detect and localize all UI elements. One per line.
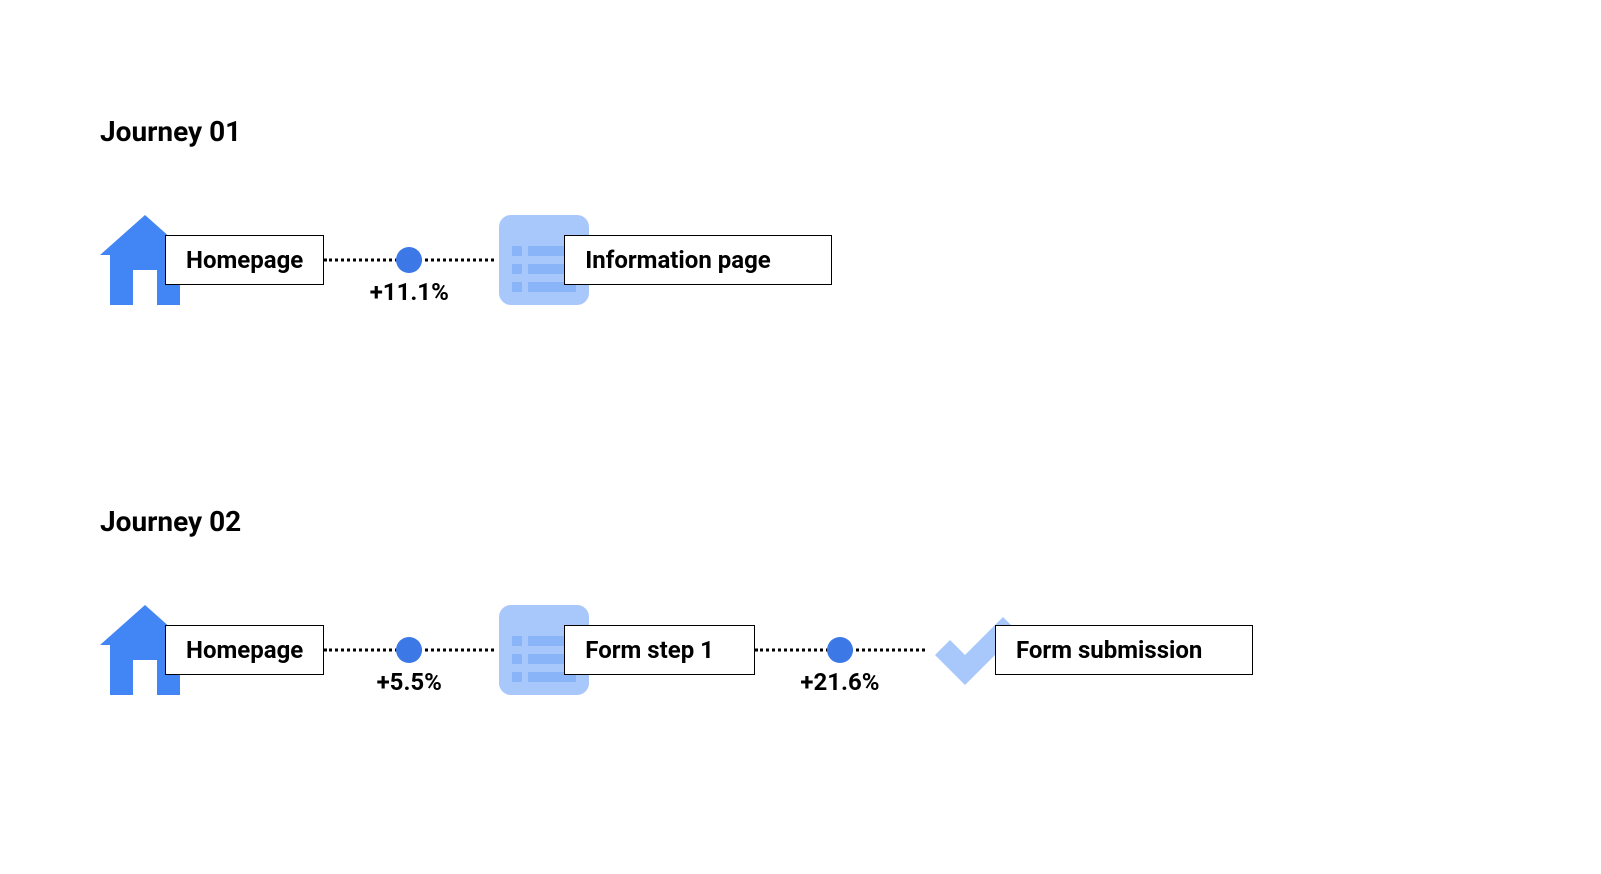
step-label: Homepage: [165, 625, 324, 675]
connector-value: +5.5%: [377, 668, 442, 696]
journey-row-2: Homepage +5.5% Form step 1: [95, 600, 1253, 700]
journey-connector: +11.1%: [324, 210, 494, 310]
step-label: Homepage: [165, 235, 324, 285]
journey-step: Information page: [494, 210, 831, 310]
journey-title-2: Journey 02: [100, 505, 241, 538]
step-label: Form step 1: [564, 625, 755, 675]
connector-dot-icon: [396, 637, 422, 663]
journey-step: Homepage: [95, 210, 324, 310]
connector-value: +21.6%: [800, 668, 879, 696]
journey-step: Form submission: [925, 600, 1253, 700]
journey-connector: +5.5%: [324, 600, 494, 700]
diagram-canvas: Journey 01 Homepage +11.1%: [0, 0, 1601, 874]
journey-step: Form step 1: [494, 600, 755, 700]
connector-dot-icon: [396, 247, 422, 273]
step-label: Information page: [564, 235, 831, 285]
connector-value: +11.1%: [370, 278, 449, 306]
journey-step: Homepage: [95, 600, 324, 700]
journey-row-1: Homepage +11.1% Information page: [95, 210, 832, 310]
journey-connector: +21.6%: [755, 600, 925, 700]
journey-title-1: Journey 01: [100, 115, 241, 148]
connector-dot-icon: [827, 637, 853, 663]
step-label: Form submission: [995, 625, 1253, 675]
